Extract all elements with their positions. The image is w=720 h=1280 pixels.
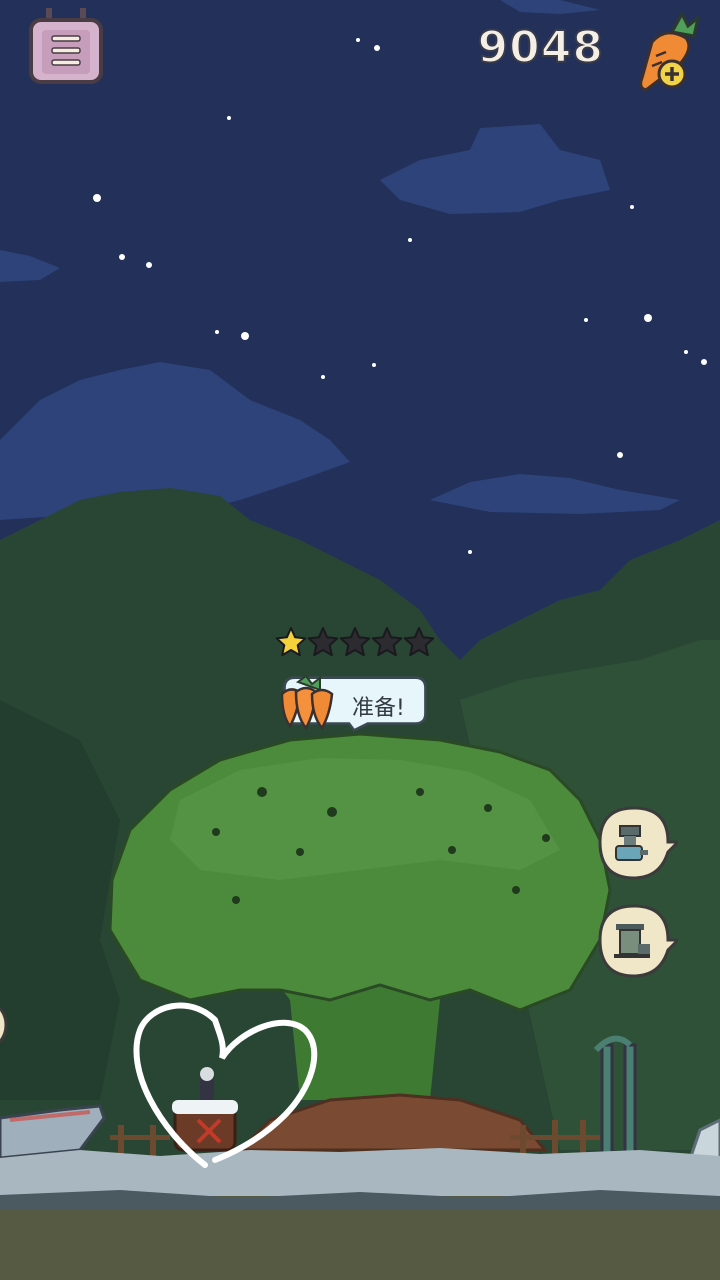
carrot-shop-button[interactable] xyxy=(632,10,708,96)
star-rating xyxy=(275,627,435,657)
star-empty-icon xyxy=(403,627,435,657)
carrot-plus-icon xyxy=(639,10,701,92)
star-empty-icon xyxy=(307,627,339,657)
carrot-count: 9048 xyxy=(477,21,604,74)
ground-edge xyxy=(0,1190,720,1210)
notebook-menu-icon xyxy=(29,8,103,84)
star-empty-icon xyxy=(371,627,403,657)
menu-button[interactable] xyxy=(28,8,104,84)
mortar-grinder-icon xyxy=(598,806,682,880)
side-button-grinder[interactable] xyxy=(598,806,682,880)
round-edge-icon xyxy=(0,1006,8,1044)
side-button-mailbox[interactable] xyxy=(598,904,682,978)
speech-bubble-text: 准备! xyxy=(352,696,405,721)
left-side-button[interactable] xyxy=(0,995,10,1055)
mailbox-stand-icon xyxy=(598,904,682,978)
star-empty-icon xyxy=(339,627,371,657)
carrot-bunch-icon xyxy=(280,676,334,731)
star-filled-icon xyxy=(275,627,307,657)
